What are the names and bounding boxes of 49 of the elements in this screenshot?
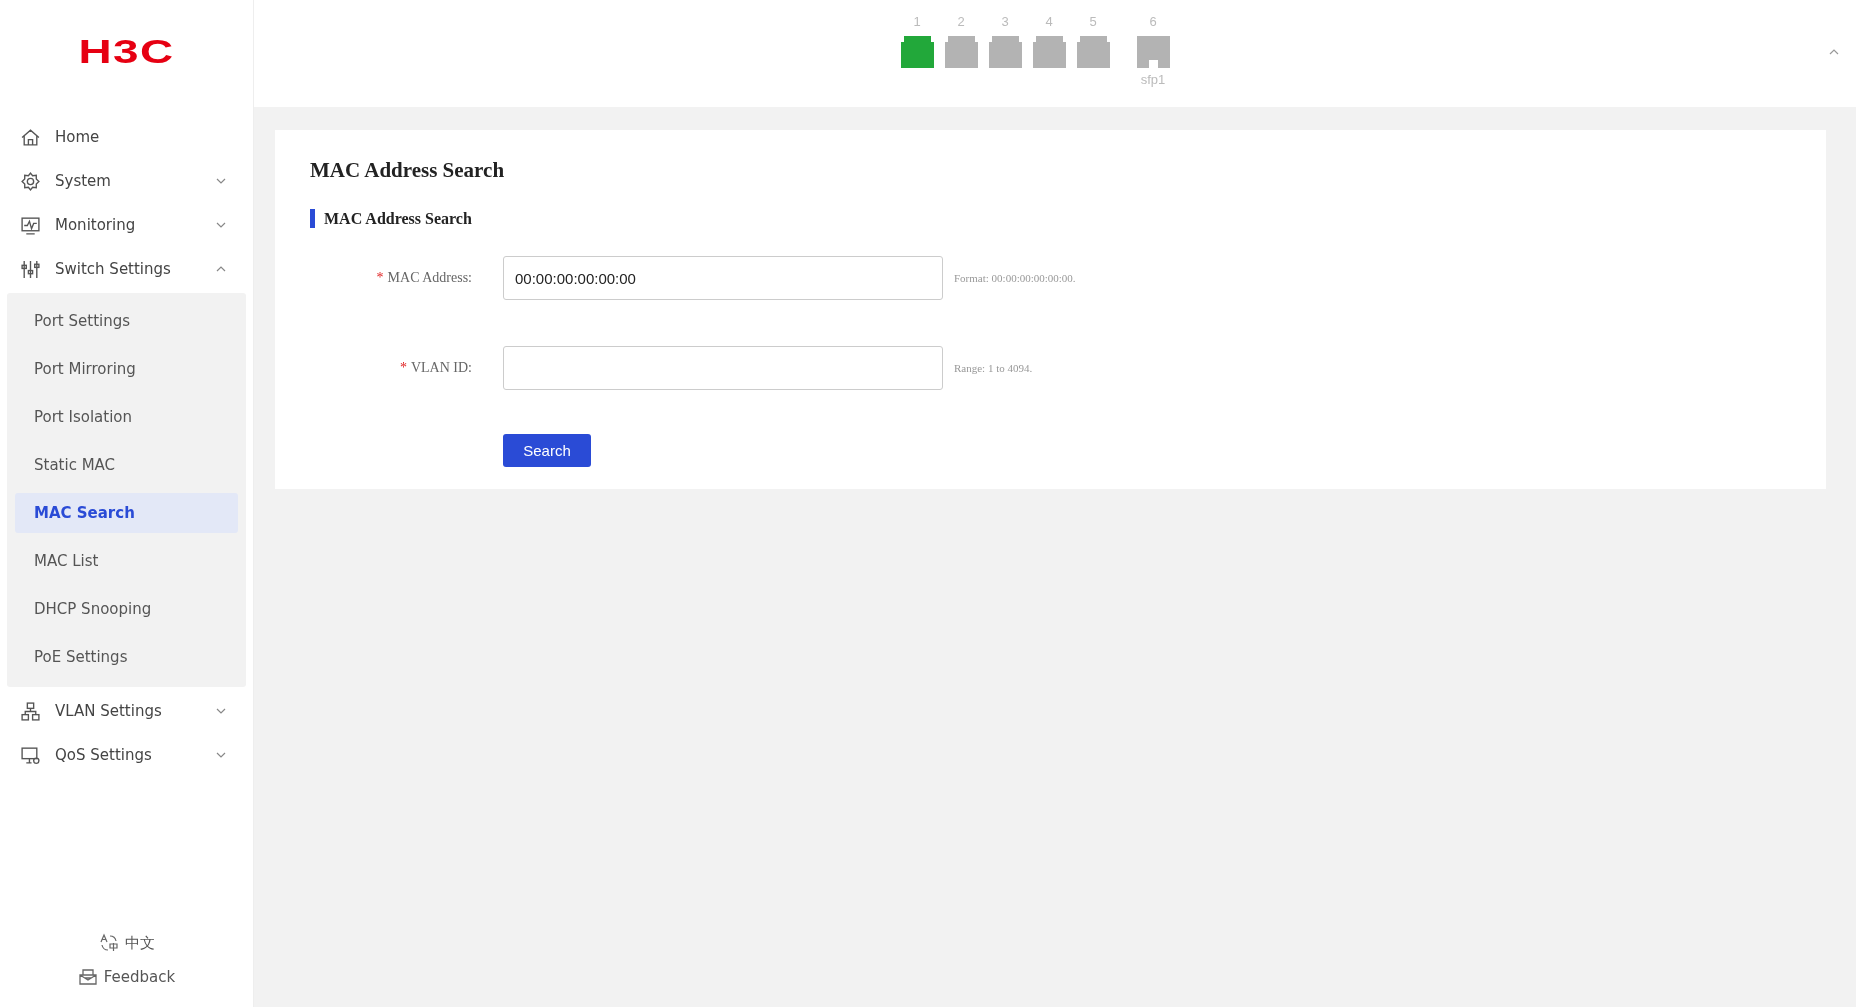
logo: H3C [78, 32, 175, 71]
language-link[interactable]: 中文 [98, 933, 155, 953]
input-field[interactable] [503, 346, 943, 390]
menu-icon [20, 700, 41, 722]
sidebar-item[interactable]: QoS Settings [0, 733, 253, 777]
submenu-item[interactable]: MAC Search [15, 493, 238, 533]
port-number: 4 [1045, 14, 1053, 31]
submenu-item[interactable]: Port Isolation [15, 397, 238, 437]
field-label: VLAN ID: [410, 360, 472, 376]
submenu-item[interactable]: PoE Settings [15, 637, 238, 677]
sidebar-item[interactable]: Monitoring [0, 203, 253, 247]
submenu-item[interactable]: Port Mirroring [15, 349, 238, 389]
ethernet-port-icon[interactable] [1076, 36, 1110, 68]
submenu-item[interactable]: Port Settings [15, 301, 238, 341]
submenu-item[interactable]: MAC List [15, 541, 238, 581]
port-number: 1 [913, 14, 921, 31]
ethernet-port-icon[interactable] [944, 36, 978, 68]
search-button[interactable]: Search [503, 434, 591, 467]
port-number: 6 [1149, 14, 1157, 31]
sidebar-item[interactable]: Switch Settings [0, 247, 253, 291]
menu-icon [20, 258, 41, 280]
sidebar-item[interactable]: Home [0, 115, 253, 159]
ethernet-port-icon[interactable] [988, 36, 1022, 68]
translate-icon [98, 933, 119, 953]
menu-icon [20, 126, 41, 148]
field-label: MAC Address: [387, 270, 472, 286]
sidebar-item[interactable]: System [0, 159, 253, 203]
port-name: sfp1 [1140, 72, 1166, 87]
sfp-port-icon[interactable] [1136, 36, 1170, 68]
port-number: 3 [1001, 14, 1009, 31]
port-number: 2 [957, 14, 965, 31]
input-field[interactable]: 00:00:00:00:00:00 [503, 256, 943, 300]
menu-icon [20, 744, 41, 766]
menu-icon [20, 214, 41, 236]
feedback-link[interactable]: Feedback [77, 967, 176, 987]
port-number: 5 [1089, 14, 1097, 31]
section-title: MAC Address Search [310, 209, 1791, 228]
submenu-item[interactable]: Static MAC [15, 445, 238, 485]
required-mark: * [399, 360, 407, 376]
sidebar-item[interactable]: VLAN Settings [0, 689, 253, 733]
submenu-item[interactable]: DHCP Snooping [15, 589, 238, 629]
field-hint: Format: 00:00:00:00:00:00. [954, 272, 1076, 284]
ethernet-port-icon[interactable] [1032, 36, 1066, 68]
ethernet-port-icon[interactable] [900, 36, 934, 68]
menu-icon [20, 170, 41, 192]
inbox-icon [77, 967, 98, 987]
required-mark: * [376, 270, 384, 286]
page-title: MAC Address Search [310, 158, 506, 183]
field-hint: Range: 1 to 4094. [954, 362, 1033, 374]
